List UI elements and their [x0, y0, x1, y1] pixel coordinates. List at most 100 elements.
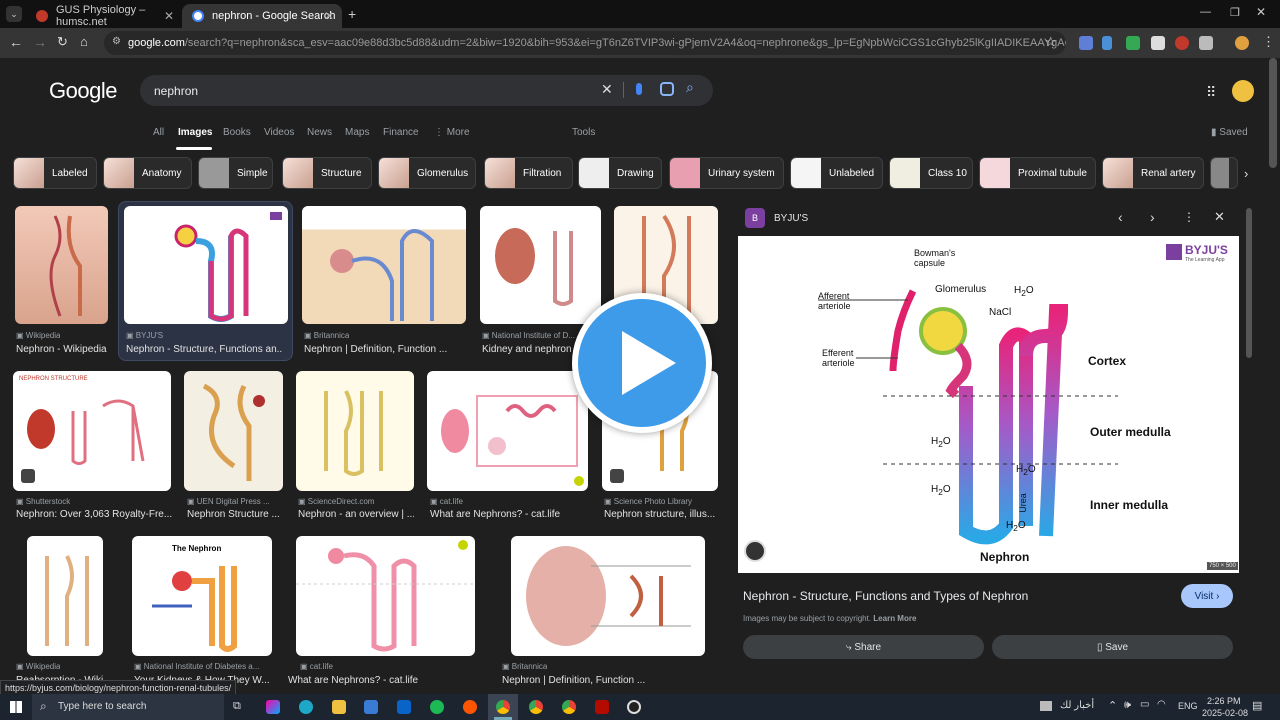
save-button[interactable]: ▯ Save — [992, 635, 1233, 659]
minimize-icon[interactable]: — — [1200, 6, 1211, 18]
result-title[interactable]: Nephron structure, illus... — [604, 509, 718, 520]
saved-button[interactable]: ▮ Saved — [1211, 127, 1248, 138]
panel-source[interactable]: BYJU'S — [774, 213, 808, 224]
edge-icon[interactable] — [299, 700, 313, 714]
search-input[interactable]: nephron ✕ ⌕ — [140, 75, 713, 106]
restore-icon[interactable]: ❐ — [1230, 6, 1240, 19]
chip-drawing[interactable]: Drawing — [578, 157, 662, 189]
result-image-uen[interactable] — [184, 371, 283, 491]
acrobat-icon[interactable] — [595, 700, 609, 714]
result-title[interactable]: Nephron Structure ... — [187, 509, 283, 520]
tab-nephron-search[interactable]: nephron - Google Search ✕ — [182, 4, 342, 28]
search-icon[interactable]: ⌕ — [686, 79, 694, 96]
tools-button[interactable]: Tools — [572, 127, 595, 138]
chip-filtration[interactable]: Filtration — [484, 157, 573, 189]
close-panel-icon[interactable]: ✕ — [1214, 209, 1225, 225]
tab-images[interactable]: Images — [178, 127, 212, 138]
forward-icon[interactable]: → — [33, 34, 47, 50]
result-image-wikipedia[interactable] — [15, 206, 108, 324]
result-image-catlife[interactable] — [427, 371, 588, 491]
clock-date[interactable]: 2025-02-08 — [1202, 708, 1248, 718]
new-tab-button[interactable]: + — [348, 6, 356, 22]
chip-unlabeled[interactable]: Unlabeled — [790, 157, 883, 189]
google-logo[interactable]: Google — [49, 78, 117, 104]
chrome-icon[interactable] — [496, 700, 510, 714]
display-icon[interactable]: ▭ — [1140, 699, 1149, 710]
panel-preview-image[interactable]: BYJU'S The Learning App Bowman's capsule… — [738, 236, 1239, 573]
clock-time[interactable]: 2:26 PM — [1207, 696, 1241, 706]
file-explorer-icon[interactable] — [332, 700, 346, 714]
result-title[interactable]: Nephron - Structure, Functions an... — [126, 344, 282, 355]
visit-button[interactable]: Visit › — [1181, 584, 1233, 608]
news-widget-icon[interactable] — [1040, 701, 1052, 711]
chip-proximal-tubule[interactable]: Proximal tubule — [979, 157, 1096, 189]
site-info-icon[interactable]: ⚙ — [112, 36, 121, 47]
more-options-icon[interactable]: ⋮ — [1183, 210, 1195, 224]
result-image-niddk-kidneys[interactable]: The Nephron — [132, 536, 272, 656]
extension-icon[interactable] — [1126, 36, 1140, 50]
chrome-icon[interactable] — [562, 700, 576, 714]
result-title[interactable]: Nephron - an overview | ... — [298, 509, 414, 520]
chip-anatomy[interactable]: Anatomy — [103, 157, 192, 189]
extension-icon[interactable] — [1151, 36, 1165, 50]
chip-renal-artery[interactable]: Renal artery — [1102, 157, 1204, 189]
tab-finance[interactable]: Finance — [383, 127, 419, 138]
close-tab-icon[interactable]: ✕ — [164, 9, 174, 23]
result-image-britannica-2[interactable] — [511, 536, 705, 656]
obs-icon[interactable] — [627, 700, 641, 714]
chip-labeled[interactable]: Labeled — [13, 157, 97, 189]
result-title[interactable]: Kidney and nephron — [482, 344, 572, 355]
share-button[interactable]: ⤷ Share — [743, 635, 984, 659]
news-widget-label[interactable]: أخبار لك — [1060, 700, 1094, 711]
chip-urinary-system[interactable]: Urinary system — [669, 157, 784, 189]
home-icon[interactable]: ⌂ — [80, 34, 88, 49]
chip-simple[interactable]: Simple — [198, 157, 273, 189]
result-image-catlife-2[interactable] — [296, 536, 475, 656]
result-image-britannica[interactable] — [302, 206, 466, 324]
close-window-icon[interactable]: ✕ — [1256, 5, 1266, 19]
windows-start-icon[interactable] — [10, 701, 22, 713]
address-bar[interactable]: ⚙ google.com /search?q=nephron&sca_esv=a… — [104, 31, 1066, 55]
close-tab-icon[interactable]: ✕ — [324, 9, 334, 23]
copilot-icon[interactable] — [266, 700, 280, 714]
outlook-icon[interactable] — [397, 700, 411, 714]
result-image-byjus[interactable] — [124, 206, 288, 324]
task-view-icon[interactable]: ⧉ — [233, 700, 241, 713]
result-title[interactable]: Nephron - Wikipedia — [16, 344, 112, 355]
result-image-sciencedirect[interactable] — [296, 371, 414, 491]
voice-search-icon[interactable] — [636, 83, 642, 95]
tab-news[interactable]: News — [307, 127, 332, 138]
lens-icon[interactable] — [660, 82, 674, 96]
extensions-puzzle-icon[interactable] — [1199, 36, 1213, 50]
bookmark-star-icon[interactable]: ☆ — [1045, 34, 1057, 50]
tab-gus-physiology[interactable]: GUS Physiology – humsc.net ✕ — [26, 4, 182, 28]
result-title[interactable]: Nephron | Definition, Function ... — [304, 344, 464, 355]
prev-icon[interactable]: ‹ — [1118, 209, 1123, 225]
page-scrollbar[interactable] — [1269, 58, 1277, 168]
chip-class-10[interactable]: Class 10 — [889, 157, 973, 189]
apps-grid-icon[interactable]: ⠿ — [1206, 84, 1216, 101]
taskbar-search-box[interactable]: ⌕ Type here to search — [32, 694, 224, 720]
result-title[interactable]: Nephron | Definition, Function ... — [502, 675, 652, 686]
chip-glomerulus[interactable]: Glomerulus — [378, 157, 476, 189]
result-image-shutterstock[interactable]: NEPHRON STRUCTURE — [13, 371, 171, 491]
tray-chevron-icon[interactable]: ⌃ — [1108, 699, 1117, 712]
profile-avatar-icon[interactable] — [1235, 36, 1249, 50]
notifications-icon[interactable]: ▤ — [1252, 699, 1262, 712]
learn-more-link[interactable]: Learn More — [873, 614, 916, 623]
wifi-icon[interactable]: ◠ — [1157, 699, 1166, 710]
tab-books[interactable]: Books — [223, 127, 251, 138]
account-avatar[interactable] — [1232, 80, 1254, 102]
spotify-icon[interactable] — [430, 700, 444, 714]
reload-icon[interactable]: ↻ — [57, 34, 68, 50]
language-indicator[interactable]: ENG — [1178, 701, 1198, 711]
chips-next-chevron-icon[interactable]: › — [1244, 166, 1248, 181]
translate-icon[interactable] — [1079, 36, 1093, 50]
menu-icon[interactable]: ⋮ — [1262, 34, 1275, 50]
tab-all[interactable]: All — [153, 127, 164, 138]
tab-search-icon[interactable]: ⌄ — [6, 6, 22, 22]
tab-videos[interactable]: Videos — [264, 127, 294, 138]
next-icon[interactable]: › — [1150, 209, 1155, 225]
result-title[interactable]: What are Nephrons? - cat.life — [288, 675, 468, 686]
extension-icon[interactable] — [1102, 36, 1112, 50]
